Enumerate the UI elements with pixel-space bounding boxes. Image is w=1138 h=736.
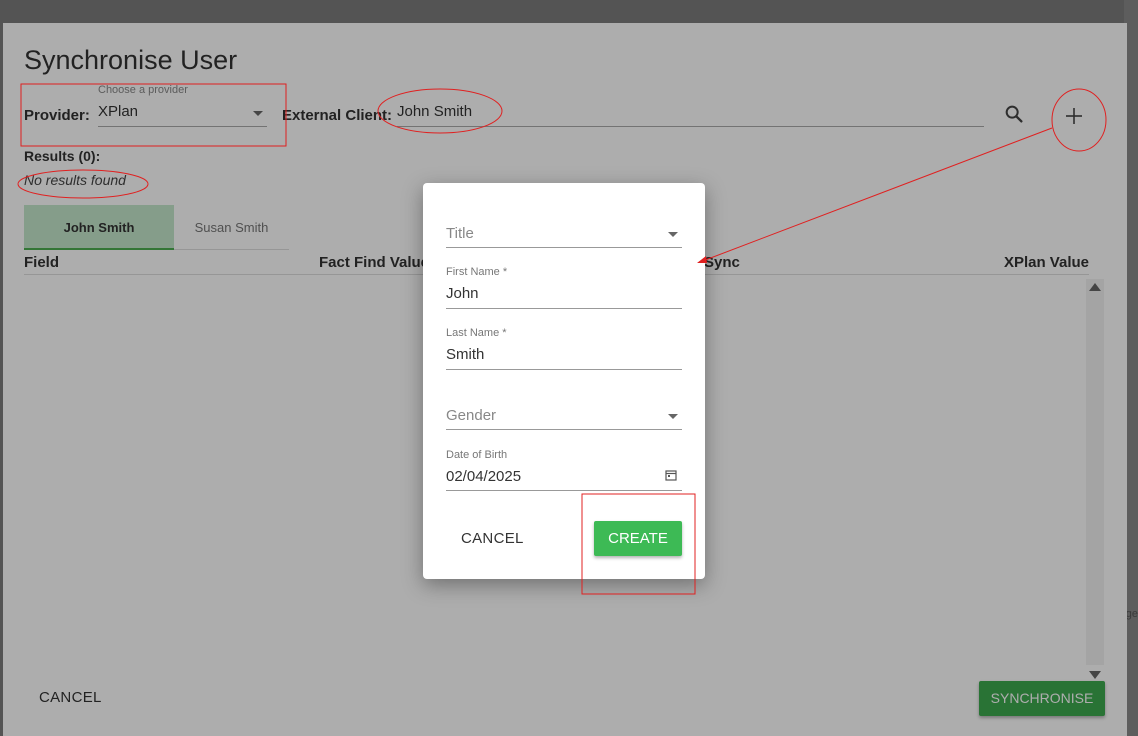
title-select[interactable]: Title: [446, 221, 682, 248]
calendar-icon[interactable]: [665, 469, 677, 481]
first-name-label: First Name *: [446, 266, 508, 278]
dropdown-caret-icon: [668, 414, 678, 419]
first-name-value: John: [446, 285, 479, 302]
date-of-birth-value: 02/04/2025: [446, 468, 522, 485]
gender-placeholder: Gender: [446, 407, 497, 424]
last-name-label: Last Name *: [446, 327, 507, 339]
date-of-birth-field[interactable]: Date of Birth 02/04/2025: [446, 449, 682, 491]
last-name-field[interactable]: Last Name * Smith: [446, 327, 682, 370]
modal-cancel-button[interactable]: CANCEL: [461, 530, 524, 547]
date-of-birth-label: Date of Birth: [446, 449, 508, 461]
gender-select[interactable]: Gender: [446, 403, 682, 430]
title-placeholder: Title: [446, 225, 474, 242]
create-client-modal: Title First Name * John Last Name * Smit…: [423, 183, 705, 579]
dropdown-caret-icon: [668, 232, 678, 237]
create-button[interactable]: CREATE: [594, 521, 682, 556]
last-name-value: Smith: [446, 346, 485, 363]
first-name-field[interactable]: First Name * John: [446, 266, 682, 309]
